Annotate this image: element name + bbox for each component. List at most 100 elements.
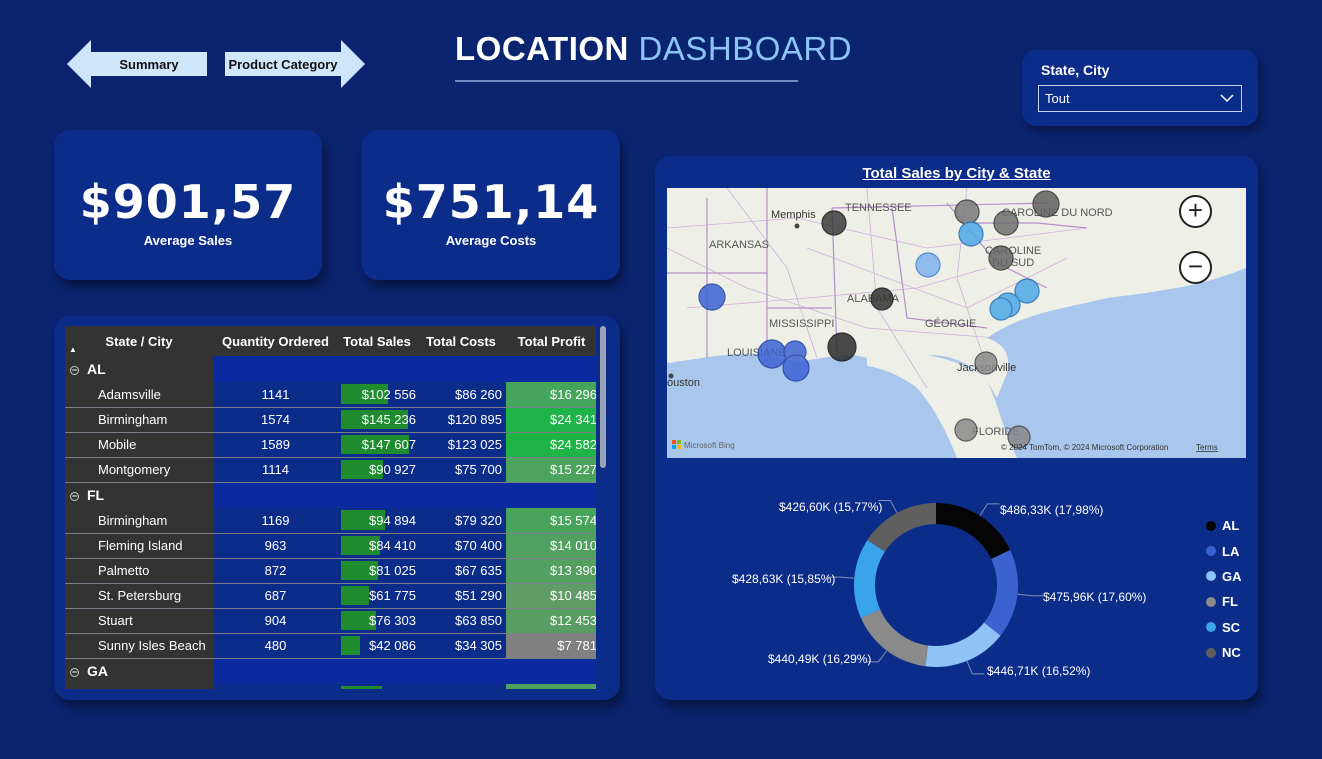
map-label-tennessee: TENNESSEE — [845, 202, 912, 214]
group-row[interactable]: − AL — [65, 356, 596, 382]
costs-cell: $67 635 — [420, 558, 506, 584]
costs-cell: $34 305 — [420, 633, 506, 659]
sales-databar — [341, 635, 360, 655]
costs-cell: $86 260 — [420, 382, 506, 408]
average-sales-card: $901,57 Average Sales — [54, 130, 322, 280]
quantity-cell — [213, 684, 338, 689]
group-label: − FL — [65, 482, 213, 508]
profit-cell: $10 485 — [506, 583, 596, 609]
legend-dot-icon — [1206, 571, 1216, 582]
profit-cell: $24 341 — [506, 407, 596, 433]
column-header-total-sales[interactable]: Total Sales — [338, 326, 420, 356]
legend-item-nc[interactable]: NC — [1206, 640, 1242, 665]
donut-data-label: $446,71K (16,52%) — [987, 664, 1091, 678]
legend-item-al[interactable]: AL — [1206, 513, 1242, 538]
group-label: − GA — [65, 658, 213, 684]
quantity-cell: 963 — [213, 533, 338, 559]
average-costs-label: Average Costs — [445, 233, 537, 248]
sales-map[interactable]: TENNESSEE Memphis ARKANSAS CAROLINE DU N… — [667, 188, 1246, 458]
title-word-dashboard: DASHBOARD — [638, 30, 853, 67]
table-row[interactable]: Mobile 1589 $147 607 $123 025 $24 582 — [65, 432, 596, 458]
group-label: − AL — [65, 356, 213, 382]
profit-cell: $7 781 — [506, 633, 596, 659]
chevron-down-icon — [1220, 94, 1234, 103]
table-row[interactable]: Stuart 904 $76 303 $63 850 $12 453 — [65, 608, 596, 634]
column-header-total-costs[interactable]: Total Costs — [420, 326, 506, 356]
sales-cell: $90 927 — [338, 457, 420, 483]
costs-cell: $70 400 — [420, 533, 506, 559]
profit-cell — [506, 684, 596, 689]
legend-dot-icon — [1206, 622, 1216, 633]
donut-slice-ga[interactable] — [925, 622, 1001, 667]
legend-dot-icon — [1206, 546, 1216, 557]
donut-leader-line — [1017, 593, 1044, 597]
table-row[interactable]: Sunny Isles Beach 480 $42 086 $34 305 $7 781 — [65, 633, 596, 659]
title-word-location: LOCATION — [455, 30, 629, 67]
donut-slice-sc[interactable] — [854, 540, 885, 619]
city-cell: Adamsville — [65, 382, 213, 408]
sales-cell: $145 236 — [338, 407, 420, 433]
column-header-quantity[interactable]: Quantity Ordered — [213, 326, 338, 356]
map-label-mississippi: MISSISSIPPI — [769, 318, 834, 330]
map-canvas: TENNESSEE Memphis ARKANSAS CAROLINE DU N… — [667, 188, 1246, 458]
donut-legend: AL LA GA FL SC NC — [1206, 513, 1242, 665]
column-header-state-city[interactable]: State / City ▲ — [65, 326, 213, 356]
legend-item-la[interactable]: LA — [1206, 538, 1242, 563]
average-costs-value: $751,14 — [382, 175, 600, 229]
map-attribution: © 2024 TomTom, © 2024 Microsoft Corporat… — [1001, 443, 1168, 452]
group-row[interactable]: − FL — [65, 482, 596, 508]
slicer-label: State, City — [1041, 62, 1110, 78]
map-terms-link[interactable]: Terms — [1196, 443, 1218, 452]
table-row[interactable]: St. Petersburg 687 $61 775 $51 290 $10 485 — [65, 583, 596, 609]
profit-cell: $14 010 — [506, 533, 596, 559]
city-matrix: State / City ▲ Quantity Ordered Total Sa… — [65, 326, 596, 689]
costs-cell: $75 700 — [420, 457, 506, 483]
map-label-memphis: Memphis — [771, 209, 816, 221]
table-row[interactable]: Adamsville 1141 $102 556 $86 260 $16 296 — [65, 382, 596, 408]
legend-item-ga[interactable]: GA — [1206, 564, 1242, 589]
table-row[interactable]: Birmingham 1574 $145 236 $120 895 $24 341 — [65, 407, 596, 433]
quantity-cell: 1141 — [213, 382, 338, 408]
slicer-dropdown[interactable]: Tout — [1038, 85, 1242, 112]
collapse-icon[interactable]: − — [70, 668, 79, 678]
city-cell: Sunny Isles Beach — [65, 633, 213, 659]
table-header-row: State / City ▲ Quantity Ordered Total Sa… — [65, 326, 596, 356]
collapse-icon[interactable]: − — [70, 366, 79, 375]
table-row[interactable]: Palmetto 872 $81 025 $67 635 $13 390 — [65, 558, 596, 584]
city-cell: St. Petersburg — [65, 583, 213, 609]
column-header-total-profit[interactable]: Total Profit — [506, 326, 596, 356]
profit-cell: $13 390 — [506, 558, 596, 584]
table-row[interactable] — [65, 684, 596, 689]
average-sales-value: $901,57 — [79, 175, 297, 229]
table-row[interactable]: Fleming Island 963 $84 410 $70 400 $14 010 — [65, 533, 596, 559]
quantity-cell: 1114 — [213, 457, 338, 483]
title-underline — [455, 80, 798, 82]
table-row[interactable]: Montgomery 1114 $90 927 $75 700 $15 227 — [65, 457, 596, 483]
average-costs-card: $751,14 Average Costs — [362, 130, 620, 280]
sales-cell: $76 303 — [338, 608, 420, 634]
table-scrollbar-thumb[interactable] — [600, 326, 606, 468]
sales-cell: $94 894 — [338, 508, 420, 534]
city-cell: Stuart — [65, 608, 213, 634]
donut-leader-line — [966, 660, 985, 675]
zoom-in-button[interactable]: + — [1179, 195, 1212, 228]
sales-cell: $61 775 — [338, 583, 420, 609]
quantity-cell: 1589 — [213, 432, 338, 458]
legend-dot-icon — [1206, 596, 1216, 607]
city-cell: Montgomery — [65, 457, 213, 483]
product-category-nav-button[interactable]: Product Category — [225, 40, 365, 88]
legend-item-sc[interactable]: SC — [1206, 615, 1242, 640]
donut-leader-line — [979, 503, 1000, 517]
donut-slice-la[interactable] — [984, 549, 1018, 636]
collapse-icon[interactable]: − — [70, 492, 79, 502]
donut-data-label: $426,60K (15,77%) — [779, 500, 883, 514]
table-row[interactable]: Birmingham 1169 $94 894 $79 320 $15 574 — [65, 508, 596, 534]
summary-nav-button[interactable]: Summary — [67, 40, 207, 88]
sales-cell: $81 025 — [338, 558, 420, 584]
legend-item-fl[interactable]: FL — [1206, 589, 1242, 614]
group-row[interactable]: − GA — [65, 658, 596, 684]
map-title: Total Sales by City & State — [862, 165, 1051, 182]
donut-data-label: $486,33K (17,98%) — [1000, 503, 1104, 517]
zoom-out-button[interactable]: − — [1179, 251, 1212, 284]
city-cell: Fleming Island — [65, 533, 213, 559]
